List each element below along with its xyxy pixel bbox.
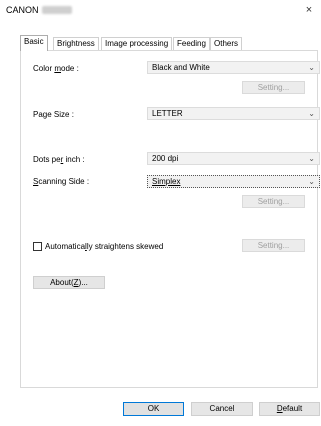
auto-straighten-checkbox[interactable] xyxy=(33,242,42,251)
tab-basic[interactable]: Basic xyxy=(20,35,48,51)
scanning-side-label: Scanning Side : xyxy=(33,177,90,186)
dpi-select[interactable]: 200 dpi ⌄ xyxy=(147,152,320,165)
tab-others[interactable]: Others xyxy=(210,37,243,50)
color-mode-select[interactable]: Black and White ⌄ xyxy=(147,61,320,74)
chevron-down-icon: ⌄ xyxy=(308,109,315,118)
page-size-value: LETTER xyxy=(152,109,183,118)
dpi-value: 200 dpi xyxy=(152,154,179,163)
dpi-label: Dots per inch : xyxy=(33,155,85,164)
page-size-label: Page Size : xyxy=(33,110,74,119)
tab-image-processing[interactable]: Image processing xyxy=(101,37,173,50)
chevron-down-icon: ⌄ xyxy=(308,177,315,186)
page-size-select[interactable]: LETTER ⌄ xyxy=(147,107,320,120)
title-bar: CANON × xyxy=(0,0,321,22)
color-mode-setting-button[interactable]: Setting... xyxy=(242,81,305,94)
color-mode-value: Black and White xyxy=(152,63,210,72)
scanning-side-select[interactable]: Simplex ⌄ xyxy=(147,175,320,188)
default-button[interactable]: Default xyxy=(259,402,320,416)
window-title: CANON xyxy=(6,5,39,15)
title-device-name-redacted xyxy=(42,6,72,14)
close-button[interactable]: × xyxy=(297,0,321,22)
scanning-side-value: Simplex xyxy=(152,177,181,186)
about-button[interactable]: About(Z)... xyxy=(33,276,105,289)
tab-feeding[interactable]: Feeding xyxy=(173,37,210,50)
basic-tab-panel xyxy=(20,50,318,388)
tab-brightness[interactable]: Brightness xyxy=(53,37,99,50)
chevron-down-icon: ⌄ xyxy=(308,154,315,163)
scanning-side-setting-button[interactable]: Setting... xyxy=(242,195,305,208)
auto-straighten-setting-button[interactable]: Setting... xyxy=(242,239,305,252)
ok-button[interactable]: OK xyxy=(123,402,184,416)
color-mode-label: Color mode : xyxy=(33,64,79,73)
chevron-down-icon: ⌄ xyxy=(308,63,315,72)
cancel-button[interactable]: Cancel xyxy=(191,402,253,416)
auto-straighten-label: Automatically straightens skewed xyxy=(45,242,164,251)
